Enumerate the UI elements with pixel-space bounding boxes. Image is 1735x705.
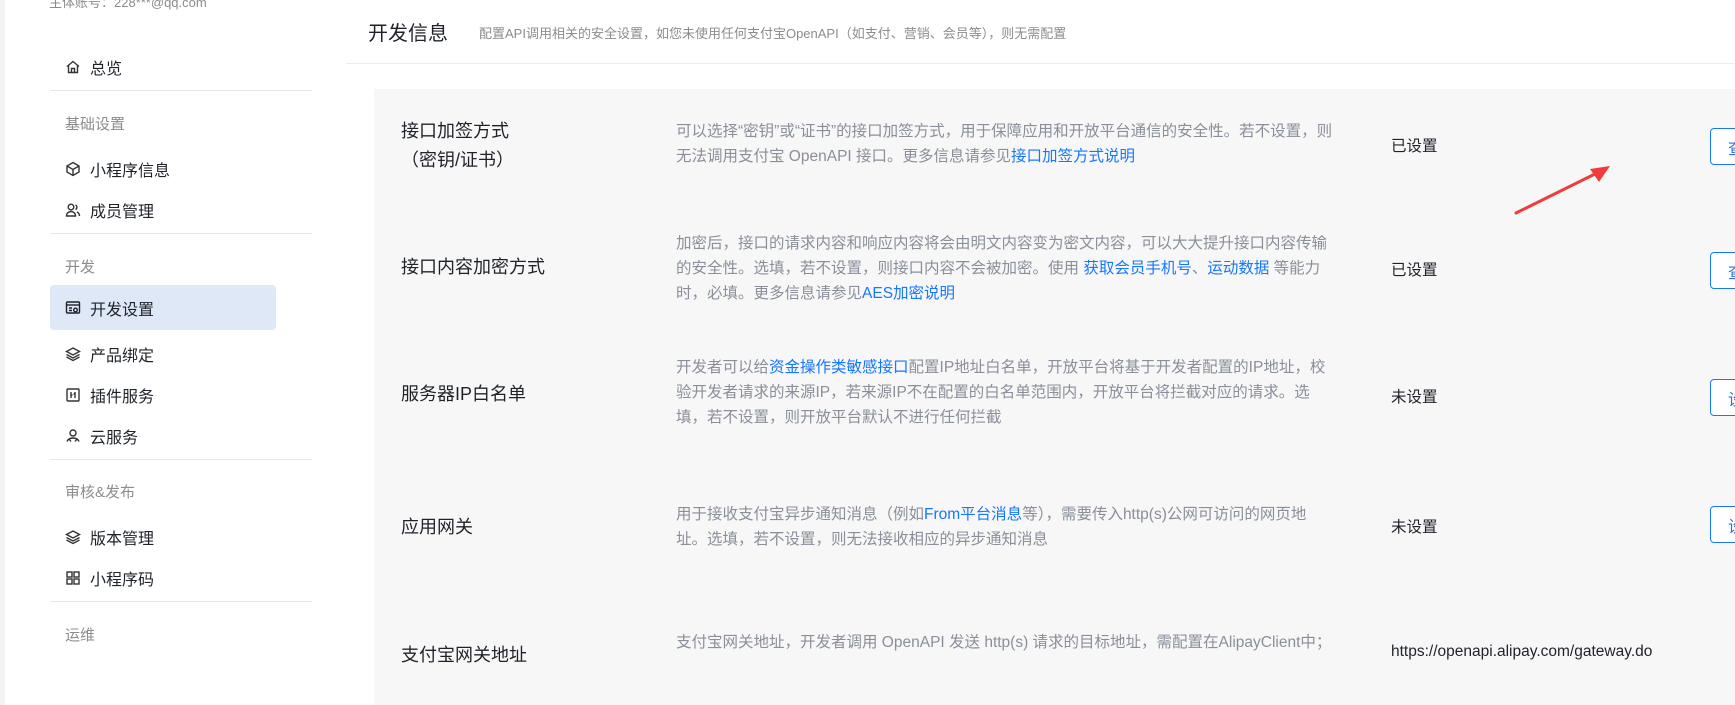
group-title-dev: 开发 (65, 259, 96, 276)
sidebar-item-product-binding[interactable]: 产品绑定 (50, 331, 276, 376)
sport-data-link[interactable]: 运动数据 (1207, 260, 1269, 277)
cube-icon (65, 161, 81, 177)
sidebar: 主体账号：228***@qq.com 总览 基础设置 小程序信息 成员管理 开发… (5, 0, 319, 705)
sidebar-item-members[interactable]: 成员管理 (50, 187, 276, 232)
aes-doc-link[interactable]: AES加密说明 (862, 285, 955, 302)
page-description: 配置API调用相关的安全设置，如您未使用任何支付宝OpenAPI（如支付、营销、… (479, 26, 1067, 41)
main-content: 开发信息 配置API调用相关的安全设置，如您未使用任何支付宝OpenAPI（如支… (319, 0, 1735, 705)
row-description: 用于接收支付宝异步通知消息（例如From平台消息等），需要传入http(s)公网… (676, 502, 1336, 552)
divider (50, 459, 312, 460)
sidebar-item-overview[interactable]: 总览 (50, 44, 276, 89)
desc-separator: 、 (1191, 260, 1208, 277)
status-text: 未设置 (1391, 389, 1438, 406)
sidebar-item-label: 小程序码 (90, 571, 155, 589)
group-title-review: 审核&发布 (65, 484, 136, 501)
view-button[interactable]: 查看 (1710, 128, 1735, 165)
sidebar-item-cloud-service[interactable]: 云服务 (50, 413, 276, 458)
set-button[interactable]: 设置 (1710, 506, 1735, 543)
divider (50, 90, 312, 91)
page-title: 开发信息 (368, 23, 448, 45)
sidebar-item-label: 总览 (90, 60, 123, 78)
home-icon (65, 59, 81, 75)
group-title-basic: 基础设置 (65, 116, 126, 133)
divider (50, 233, 312, 234)
dev-settings-icon (65, 300, 81, 316)
sidebar-item-label: 插件服务 (90, 388, 155, 406)
row-title: 支付宝网关地址 (401, 645, 527, 665)
plugin-icon (65, 387, 81, 403)
sidebar-item-label: 产品绑定 (90, 347, 155, 365)
status-text: 已设置 (1391, 262, 1438, 279)
row-description: 支付宝网关地址，开发者调用 OpenAPI 发送 http(s) 请求的目标地址… (676, 634, 1332, 651)
divider (50, 601, 312, 602)
sensitive-api-link[interactable]: 资金操作类敏感接口 (769, 359, 909, 376)
annotation-arrow-icon (1514, 166, 1610, 215)
row-title: 应用网关 (401, 517, 473, 537)
layers-icon (65, 346, 81, 362)
row-description: 开发者可以给资金操作类敏感接口配置IP地址白名单，开放平台将基于开发者配置的IP… (676, 355, 1336, 430)
sign-method-doc-link[interactable]: 接口加签方式说明 (1011, 148, 1135, 165)
desc-text: 用于接收支付宝异步通知消息（例如 (676, 506, 925, 523)
desc-text: 开发者可以给 (676, 359, 770, 376)
sidebar-item-app-info[interactable]: 小程序信息 (50, 146, 276, 191)
layers-icon (65, 529, 81, 545)
row-description: 可以选择“密钥”或“证书”的接口加签方式，用于保障应用和开放平台通信的安全性。若… (676, 119, 1336, 169)
sidebar-item-dev-settings[interactable]: 开发设置 (50, 285, 276, 330)
sidebar-item-label: 开发设置 (90, 301, 155, 319)
users-icon (65, 202, 81, 218)
member-phone-link[interactable]: 获取会员手机号 (1083, 260, 1192, 277)
sidebar-item-label: 成员管理 (90, 203, 155, 221)
cloud-service-icon (65, 428, 81, 444)
sidebar-item-label: 云服务 (90, 429, 139, 447)
row-title-line2: （密钥/证书） (401, 150, 515, 170)
set-button[interactable]: 设置 (1710, 379, 1735, 416)
platform-message-link[interactable]: From平台消息 (924, 506, 1022, 523)
desc-text: 可以选择“密钥”或“证书”的接口加签方式，用于保障应用和开放平台通信的安全性。若… (676, 123, 1333, 165)
sidebar-item-version-mgmt[interactable]: 版本管理 (50, 514, 276, 559)
gateway-url: https://openapi.alipay.com/gateway.do (1391, 643, 1653, 660)
sidebar-item-label: 版本管理 (90, 530, 155, 548)
view-button[interactable]: 查看 (1710, 252, 1735, 289)
grid-icon (65, 570, 81, 586)
row-title: 接口内容加密方式 (401, 257, 545, 277)
sidebar-item-label: 小程序信息 (90, 162, 171, 180)
sidebar-item-mini-code[interactable]: 小程序码 (50, 555, 276, 600)
account-label: 主体账号：228***@qq.com (49, 0, 207, 10)
row-description: 加密后，接口的请求内容和响应内容将会由明文内容变为密文内容，可以大大提升接口内容… (676, 231, 1336, 306)
row-title: 接口加签方式 （密钥/证书） (401, 117, 601, 175)
row-title: 服务器IP白名单 (401, 384, 527, 404)
group-title-ops: 运维 (65, 627, 96, 644)
row-title-line1: 接口加签方式 (401, 121, 509, 141)
status-text: 未设置 (1391, 519, 1438, 536)
divider (346, 63, 1735, 64)
status-text: 已设置 (1391, 138, 1438, 155)
sidebar-item-plugin-service[interactable]: 插件服务 (50, 372, 276, 417)
